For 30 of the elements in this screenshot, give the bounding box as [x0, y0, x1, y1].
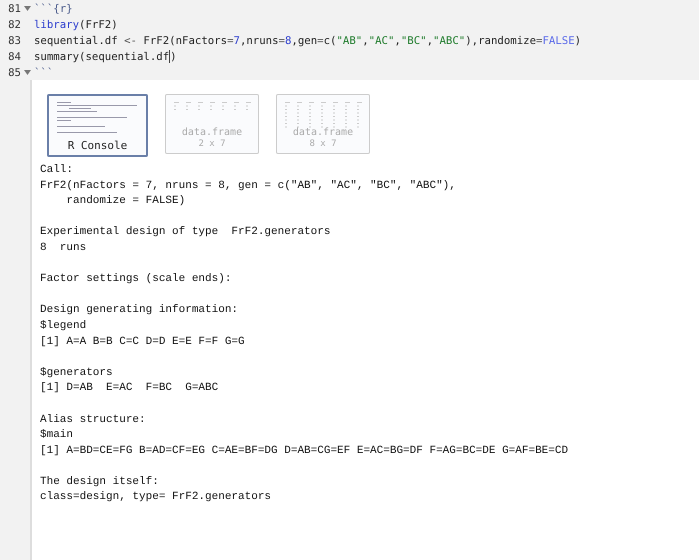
output-line: Factor settings (scale ends): — [40, 272, 232, 288]
line-number: 83 — [7, 34, 21, 46]
code-line: summary(sequential.df) — [34, 50, 177, 62]
code-line: sequential.df <- FrF2(nFactors=7,nruns=8,gen=c("AB","AC","BC","ABC"),randomize=FALSE) — [34, 34, 582, 46]
code-line: ``` — [34, 66, 54, 78]
line-number: 85 — [7, 66, 21, 78]
code-line: library(FrF2) — [34, 18, 118, 30]
fold-toggle-icon[interactable] — [24, 70, 31, 74]
output-line: $main — [40, 428, 74, 444]
output-line: class=design, type= FrF2.generators — [40, 490, 272, 506]
line-number: 84 — [7, 50, 21, 62]
fold-toggle-icon[interactable] — [24, 6, 31, 10]
line-number: 81 — [7, 2, 21, 14]
output-line: [1] A=BD=CE=FG B=AD=CF=EG C=AE=BF=DG D=AB=CG=EF E=AC=BG=DF F=AG=BC=DE G=AF=BE=CD — [40, 444, 568, 459]
output-line: $legend — [40, 318, 86, 334]
output-line: FrF2(nFactors = 7, nruns = 8, gen = c("AB", "AC", "BC", "ABC"), — [40, 178, 456, 194]
output-line: 8 runs — [40, 240, 86, 256]
output-line: [1] D=AB E=AC F=BC G=ABC — [40, 381, 218, 396]
output-line: Call: — [40, 163, 74, 178]
output-line: Alias structure: — [40, 412, 146, 428]
output-line: $generators — [40, 366, 113, 381]
output-line: Design generating information: — [40, 303, 238, 318]
output-line: Experimental design of type FrF2.generators — [40, 225, 330, 240]
line-number: 82 — [7, 18, 21, 30]
output-thumbnail-tab[interactable]: R Console — [47, 94, 148, 157]
output-line: randomize = FALSE) — [65, 194, 186, 210]
text-cursor — [169, 50, 170, 62]
output-line: [1] A=A B=B C=C D=D E=E F=F G=G — [40, 334, 245, 350]
output-line: The design itself: — [40, 474, 159, 490]
code-line: ```{r} — [34, 2, 73, 14]
